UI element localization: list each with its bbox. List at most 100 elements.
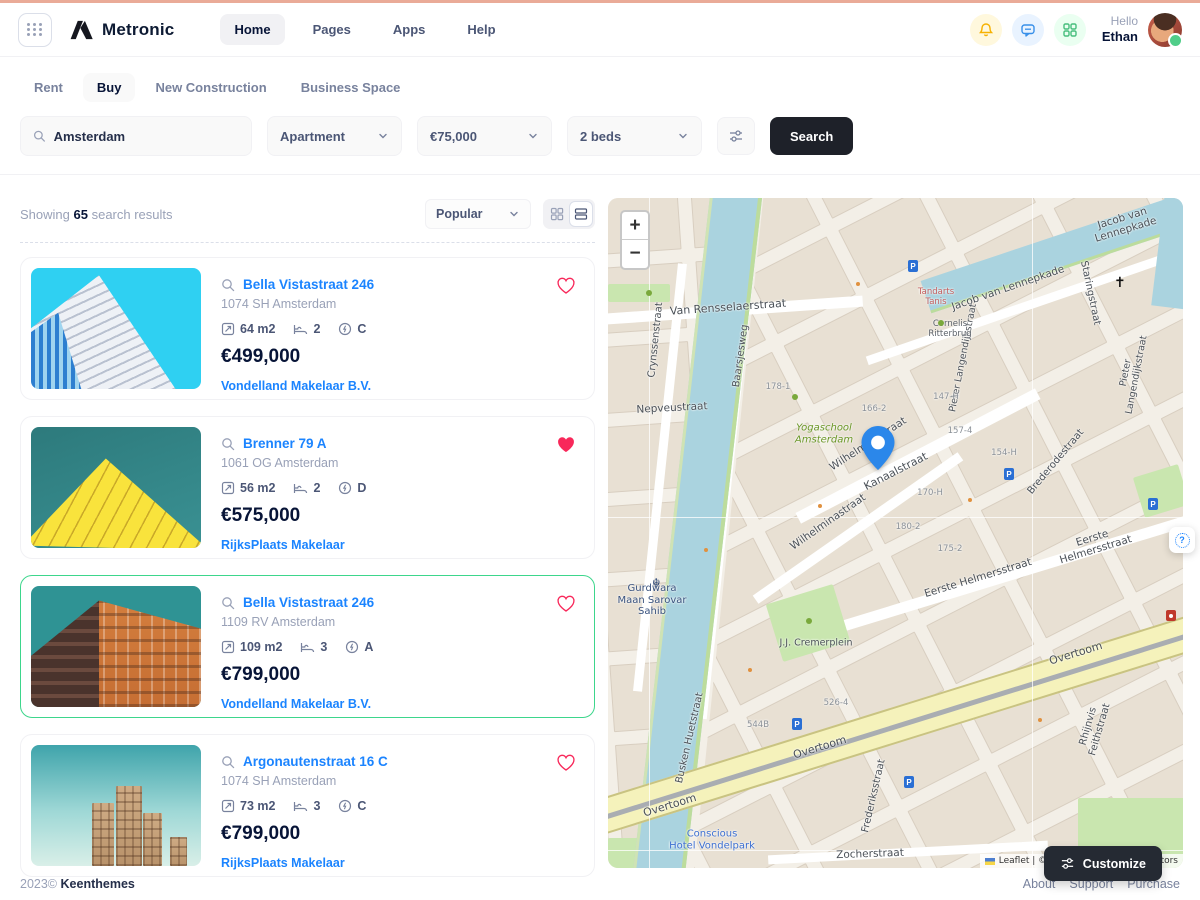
beds-select[interactable]: 2 beds [567, 116, 702, 156]
brand-name: Metronic [102, 20, 174, 40]
beds-spec: 2 [293, 481, 320, 495]
nav-apps[interactable]: Apps [379, 14, 440, 45]
tab-rent[interactable]: Rent [20, 73, 77, 102]
khanda-icon: ☬ [652, 576, 661, 590]
tree-icon [646, 290, 652, 296]
property-photo [31, 745, 201, 866]
map-gridline [1032, 198, 1033, 868]
apps-grid-icon [27, 23, 43, 36]
property-title-link[interactable]: Argonautenstraat 16 C [243, 754, 388, 769]
map-label: Zocherstraat [836, 847, 904, 861]
chat-icon [1020, 22, 1036, 38]
map-canvas[interactable]: + − Leaflet | © OpenStreetMap contributo… [608, 198, 1183, 868]
nav-home[interactable]: Home [220, 14, 284, 45]
price-select[interactable]: €75,000 [417, 116, 552, 156]
energy-icon [338, 322, 352, 336]
map-label: 157-4 [948, 427, 973, 437]
energy-spec: C [338, 322, 366, 336]
quick-apps-button[interactable] [1054, 14, 1086, 46]
parking-icon: P [1004, 468, 1014, 480]
area-icon [221, 799, 235, 813]
agency-link[interactable]: Vondelland Makelaar B.V. [221, 697, 584, 711]
beds-value: 2 beds [580, 129, 621, 144]
notifications-button[interactable] [970, 14, 1002, 46]
map-gridline [608, 517, 1183, 518]
customize-button[interactable]: Customize [1044, 846, 1162, 881]
map-label: 544B [747, 721, 769, 731]
sort-select[interactable]: Popular [425, 199, 531, 229]
tab-business-space[interactable]: Business Space [287, 73, 415, 102]
property-photo [31, 427, 201, 548]
property-address: 1061 OG Amsterdam [221, 456, 584, 470]
property-card-selected[interactable]: Bella Vistastraat 246 1109 RV Amsterdam … [20, 575, 595, 718]
search-icon [221, 437, 235, 451]
tab-buy[interactable]: Buy [83, 73, 136, 102]
energy-icon [338, 481, 352, 495]
property-title-link[interactable]: Bella Vistastraat 246 [243, 595, 374, 610]
favorite-button[interactable] [556, 594, 576, 616]
area-icon [221, 322, 235, 336]
area-spec: 64 m2 [221, 322, 275, 336]
beds-spec: 3 [293, 799, 320, 813]
search-row: Apartment €75,000 2 beds Search [20, 116, 1180, 156]
tab-new-construction[interactable]: New Construction [141, 73, 280, 102]
property-card[interactable]: Argonautenstraat 16 C 1074 SH Amsterdam … [20, 734, 595, 877]
results-column: Showing 65 search results Popular [20, 175, 595, 893]
favorite-button-active[interactable] [556, 435, 576, 457]
map-label: 178-1 [766, 383, 791, 393]
agency-link[interactable]: Vondelland Makelaar B.V. [221, 379, 584, 393]
map-zoom-control: + − [620, 210, 650, 270]
sliders-icon [1060, 856, 1075, 871]
nav-help[interactable]: Help [453, 14, 509, 45]
favorite-button[interactable] [556, 276, 576, 298]
advanced-filters-button[interactable] [717, 117, 755, 155]
grid-view-button[interactable] [545, 201, 569, 227]
zoom-in-button[interactable]: + [622, 212, 648, 240]
grid-view-icon [550, 207, 564, 221]
map-label: J.J. Cremerplein [779, 639, 852, 650]
dot-icon [856, 282, 860, 286]
property-title-link[interactable]: Bella Vistastraat 246 [243, 277, 374, 292]
location-search-field[interactable] [20, 116, 252, 156]
property-address: 1074 SH Amsterdam [221, 774, 584, 788]
user-avatar[interactable] [1148, 13, 1182, 47]
heart-filled-icon [556, 435, 576, 454]
property-card[interactable]: Brenner 79 A 1061 OG Amsterdam 56 m2 2 D… [20, 416, 595, 559]
property-photo [31, 586, 201, 707]
zoom-out-button[interactable]: − [622, 240, 648, 268]
property-card[interactable]: Bella Vistastraat 246 1074 SH Amsterdam … [20, 257, 595, 400]
parking-icon: P [1148, 498, 1158, 510]
flag-icon [985, 858, 995, 865]
property-title-link[interactable]: Brenner 79 A [243, 436, 327, 451]
location-search-input[interactable] [54, 129, 239, 144]
bed-icon [293, 799, 308, 813]
heart-outline-icon [556, 753, 576, 772]
map-label: 154-H [991, 449, 1017, 459]
divider [20, 242, 595, 243]
filter-section: Rent Buy New Construction Business Space… [0, 57, 1200, 175]
nav-pages[interactable]: Pages [299, 14, 365, 45]
property-price: €499,000 [221, 346, 584, 368]
bed-icon [293, 481, 308, 495]
map-label: 166-2 [862, 405, 887, 415]
brand-logo[interactable]: Metronic [68, 17, 174, 43]
results-count-text: Showing 65 search results [20, 207, 173, 222]
search-button[interactable]: Search [770, 117, 853, 155]
map-gridline [649, 198, 650, 868]
list-view-button[interactable] [569, 201, 593, 227]
map-label: 180-2 [896, 523, 921, 533]
messages-button[interactable] [1012, 14, 1044, 46]
bed-icon [293, 322, 308, 336]
dot-icon [818, 504, 822, 508]
energy-spec: D [338, 481, 366, 495]
property-type-select[interactable]: Apartment [267, 116, 402, 156]
map-location-marker[interactable] [861, 426, 895, 475]
help-floating-button[interactable]: ? [1169, 527, 1195, 553]
help-icon: ? [1175, 533, 1190, 548]
agency-link[interactable]: RijksPlaats Makelaar [221, 538, 584, 552]
map-label: Tandarts Tanis [918, 288, 954, 308]
favorite-button[interactable] [556, 753, 576, 775]
dot-icon [968, 498, 972, 502]
apps-grid-button[interactable] [18, 13, 52, 47]
property-address: 1109 RV Amsterdam [221, 615, 584, 629]
